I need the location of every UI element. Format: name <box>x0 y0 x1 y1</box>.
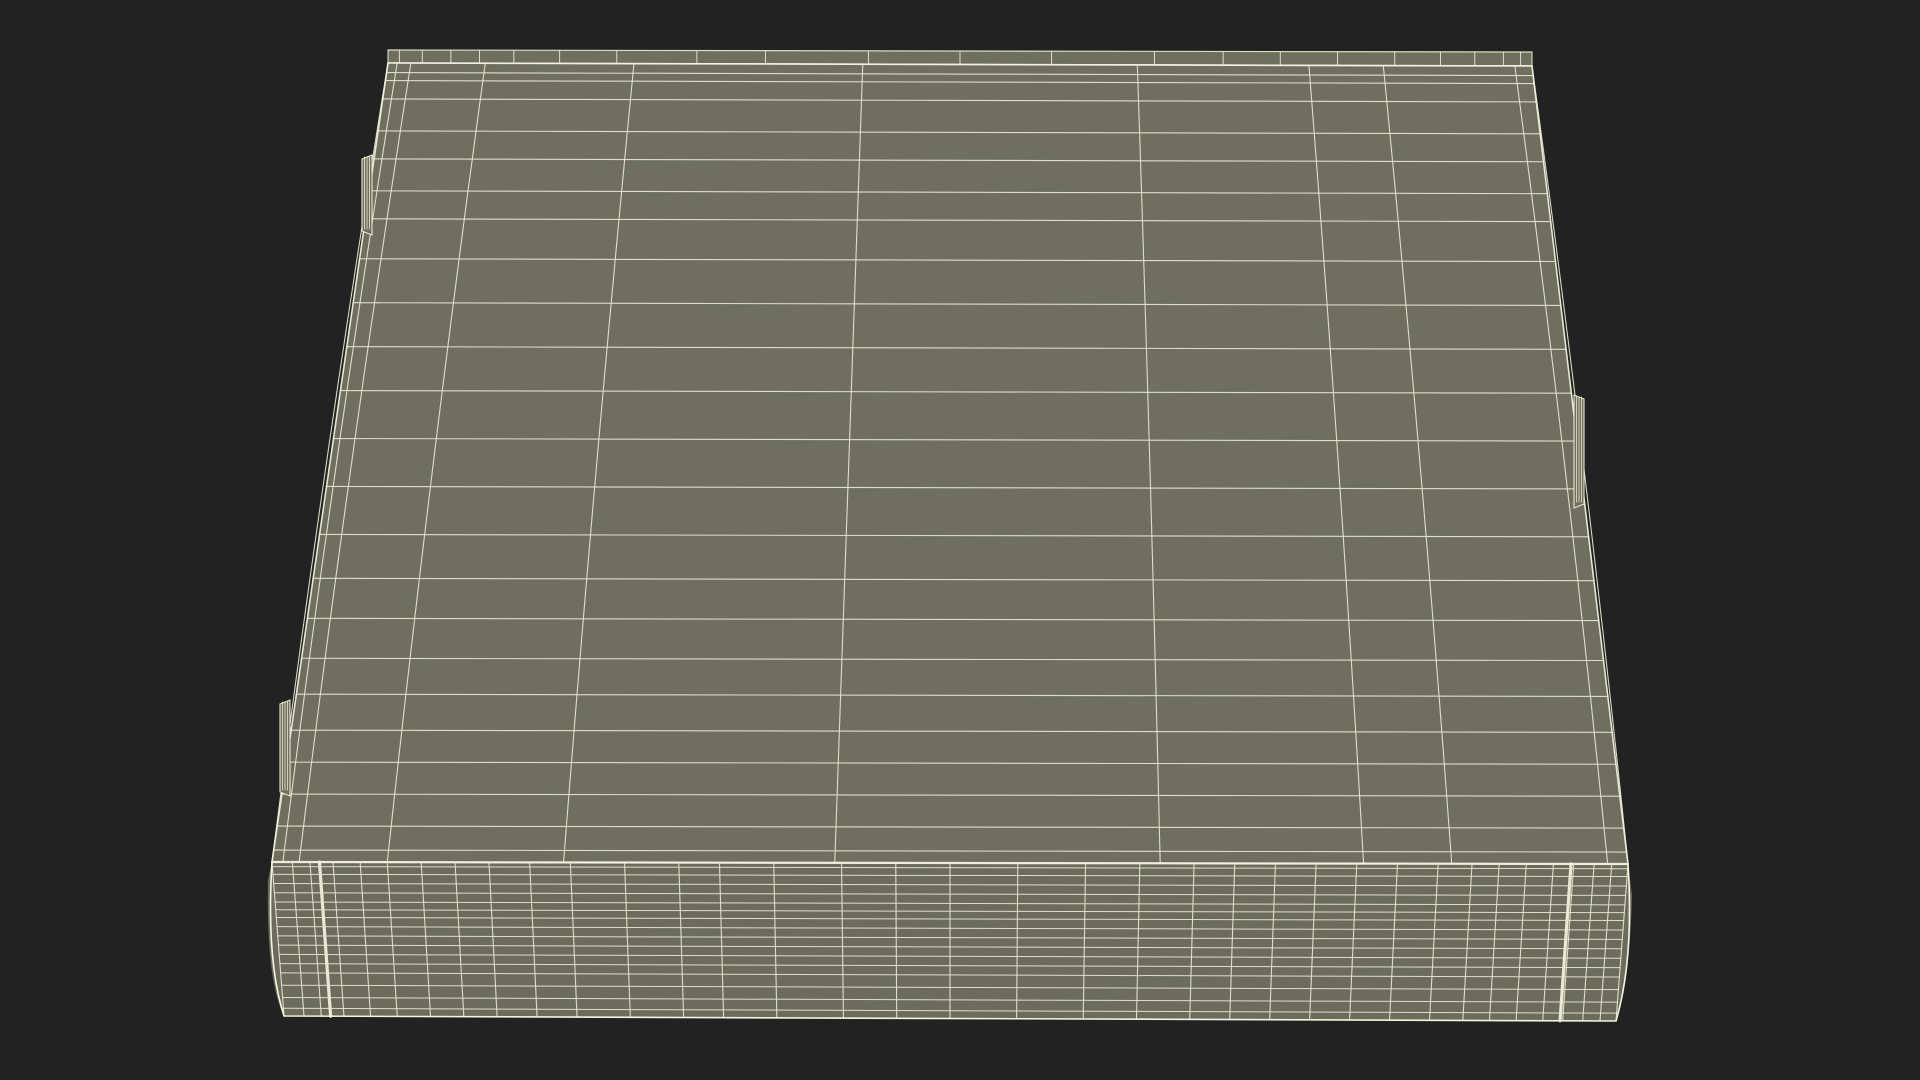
viewport <box>0 0 1920 1080</box>
cover-surface <box>272 63 1628 864</box>
wireframe-book <box>267 49 1632 1023</box>
